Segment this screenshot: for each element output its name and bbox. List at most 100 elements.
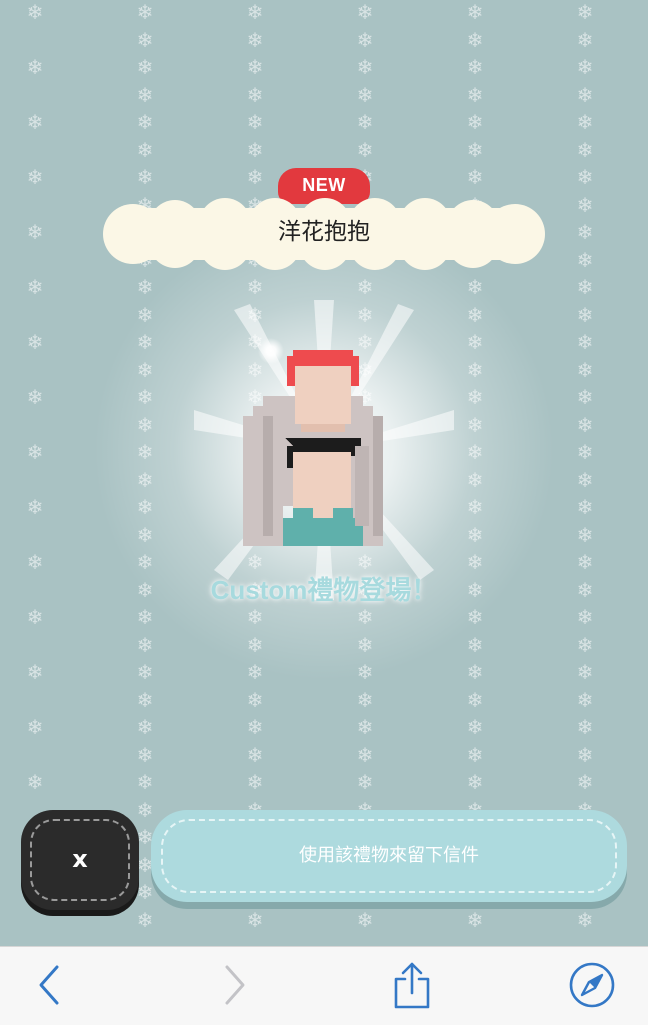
snowflake-icon: ❄ (466, 55, 484, 79)
snowflake-icon: ❄ (246, 165, 264, 189)
snowflake-icon: ❄ (246, 275, 264, 299)
snowflake-icon: ❄ (356, 137, 374, 162)
snowflake-icon: ❄ (356, 110, 374, 134)
snowflake-icon: ❄ (576, 605, 594, 629)
snowflake-icon: ❄ (136, 632, 154, 657)
snowflake-icon: ❄ (136, 302, 154, 327)
close-icon: x (72, 845, 88, 873)
snowflake-icon: ❄ (26, 440, 44, 464)
snowflake-icon: ❄ (466, 770, 484, 794)
snowflake-icon: ❄ (356, 550, 374, 574)
snowflake-icon: ❄ (466, 632, 484, 657)
snowflake-icon: ❄ (26, 715, 44, 739)
snowflake-icon: ❄ (26, 165, 44, 189)
compass-button[interactable] (568, 961, 616, 1009)
snowflake-icon: ❄ (136, 0, 154, 24)
snowflake-icon: ❄ (136, 907, 154, 932)
snowflake-icon: ❄ (136, 495, 154, 519)
snowflake-icon: ❄ (576, 687, 594, 712)
snowflake-icon: ❄ (26, 770, 44, 794)
snowflake-icon: ❄ (576, 82, 594, 107)
browser-toolbar (0, 946, 648, 1025)
snowflake-icon: ❄ (576, 577, 594, 602)
snowflake-icon: ❄ (136, 577, 154, 602)
chevron-right-icon (225, 965, 245, 1005)
back-button[interactable] (26, 961, 74, 1009)
custom-gift-announcement: Custom禮物登場！ (210, 575, 438, 605)
close-button[interactable]: x (21, 810, 139, 910)
snowflake-icon: ❄ (576, 495, 594, 519)
snowflake-icon: ❄ (136, 660, 154, 684)
snowflake-icon: ❄ (576, 302, 594, 327)
snowflake-icon: ❄ (136, 165, 154, 189)
snowflake-icon: ❄ (466, 82, 484, 107)
snowflake-icon: ❄ (136, 550, 154, 574)
snowflake-icon: ❄ (26, 550, 44, 574)
snowflake-icon: ❄ (26, 275, 44, 299)
snowflake-icon: ❄ (576, 742, 594, 767)
snowflake-icon: ❄ (246, 742, 264, 767)
snowflake-icon: ❄ (576, 55, 594, 79)
snowflake-icon: ❄ (576, 715, 594, 739)
snowflake-icon: ❄ (136, 330, 154, 354)
snowflake-icon: ❄ (26, 605, 44, 629)
snowflake-icon: ❄ (466, 110, 484, 134)
snowflake-icon: ❄ (356, 302, 374, 327)
snowflake-icon: ❄ (26, 220, 44, 244)
snowflake-icon: ❄ (466, 550, 484, 574)
snowflake-icon: ❄ (466, 907, 484, 932)
snowflake-icon: ❄ (466, 495, 484, 519)
snowflake-icon: ❄ (246, 110, 264, 134)
snowflake-icon: ❄ (246, 82, 264, 107)
snowflake-icon: ❄ (576, 137, 594, 162)
snowflake-icon: ❄ (576, 467, 594, 492)
snowflake-icon: ❄ (576, 247, 594, 272)
snowflake-icon: ❄ (246, 770, 264, 794)
forward-button[interactable] (210, 961, 258, 1009)
snowflake-icon: ❄ (356, 605, 374, 629)
snowflake-icon: ❄ (576, 220, 594, 244)
snowflake-icon: ❄ (136, 412, 154, 437)
gift-title: 洋花抱抱 (278, 219, 370, 245)
snowflake-icon: ❄ (576, 357, 594, 382)
chevron-left-icon (39, 965, 59, 1005)
snowflake-icon: ❄ (466, 165, 484, 189)
snowflake-icon: ❄ (26, 495, 44, 519)
snowflake-icon: ❄ (466, 742, 484, 767)
compass-icon (569, 962, 615, 1008)
snowflake-icon: ❄ (136, 467, 154, 492)
snowflake-icon: ❄ (136, 715, 154, 739)
snowflake-icon: ❄ (26, 0, 44, 24)
snowflake-icon: ❄ (466, 0, 484, 24)
use-gift-button-label: 使用該禮物來留下信件 (299, 845, 479, 866)
snowflake-icon: ❄ (26, 55, 44, 79)
share-button[interactable] (388, 961, 436, 1009)
snowflake-icon: ❄ (356, 660, 374, 684)
snowflake-icon: ❄ (136, 82, 154, 107)
snowflake-icon: ❄ (26, 110, 44, 134)
snowflake-icon: ❄ (246, 302, 264, 327)
snowflake-icon: ❄ (576, 440, 594, 464)
snowflake-icon: ❄ (136, 742, 154, 767)
snowflake-icon: ❄ (246, 715, 264, 739)
snowflake-icon: ❄ (26, 385, 44, 409)
snowflake-icon: ❄ (246, 27, 264, 52)
snowflake-icon: ❄ (136, 440, 154, 464)
snowflake-icon: ❄ (356, 770, 374, 794)
snowflake-icon: ❄ (466, 27, 484, 52)
snowflake-icon: ❄ (246, 550, 264, 574)
snowflake-icon: ❄ (356, 275, 374, 299)
use-gift-button[interactable]: 使用該禮物來留下信件 (151, 810, 627, 902)
snowflake-icon: ❄ (576, 165, 594, 189)
snowflake-icon: ❄ (136, 55, 154, 79)
snowflake-icon: ❄ (356, 0, 374, 24)
snowflake-icon: ❄ (356, 687, 374, 712)
snowflake-icon: ❄ (576, 275, 594, 299)
snowflake-icon: ❄ (246, 0, 264, 24)
snowflake-icon: ❄ (26, 330, 44, 354)
snowflake-icon: ❄ (136, 522, 154, 547)
snowflake-icon: ❄ (136, 137, 154, 162)
snowflake-icon: ❄ (576, 385, 594, 409)
snowflake-icon: ❄ (136, 27, 154, 52)
snowflake-icon: ❄ (576, 412, 594, 437)
